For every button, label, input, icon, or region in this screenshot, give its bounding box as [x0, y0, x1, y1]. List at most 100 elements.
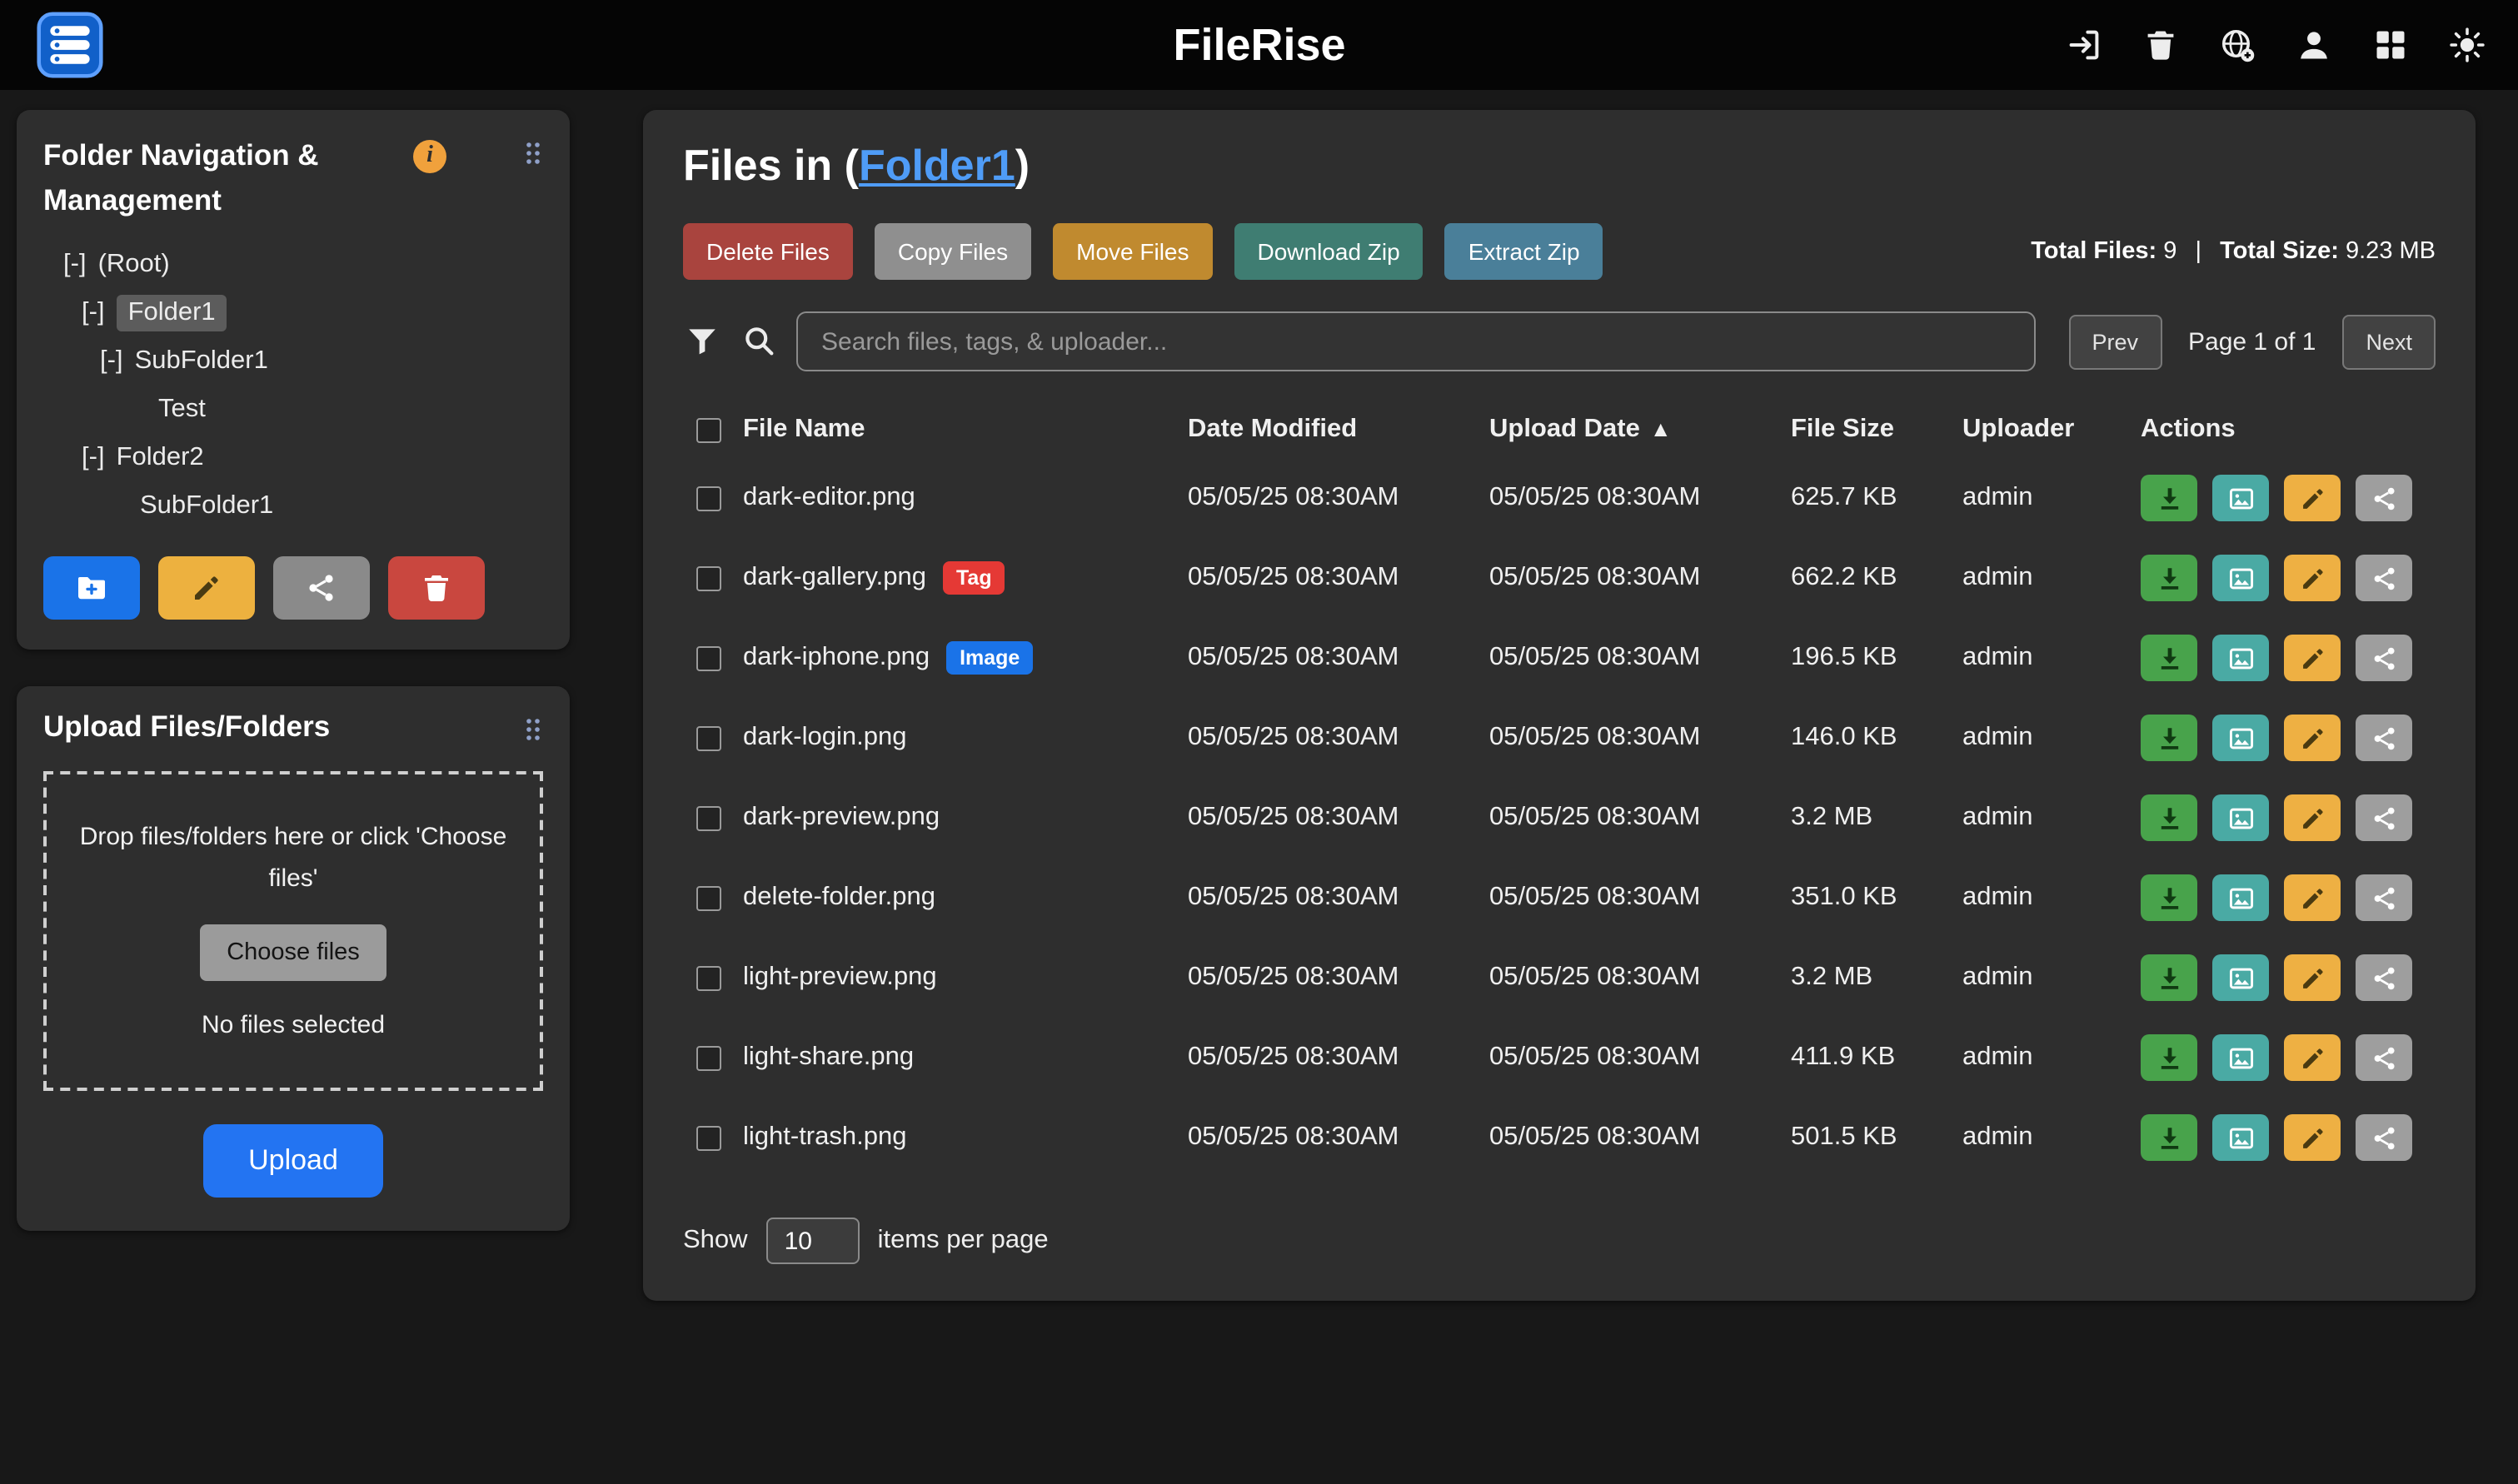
download-button[interactable]	[2141, 794, 2197, 841]
row-checkbox[interactable]	[696, 645, 721, 670]
copy-files-button[interactable]: Copy Files	[875, 223, 1031, 280]
share-button[interactable]	[2356, 635, 2412, 681]
folder-tree-item[interactable]: [-] Folder1	[43, 289, 543, 337]
preview-button[interactable]	[2212, 1034, 2269, 1081]
share-button[interactable]	[2356, 475, 2412, 521]
rename-button[interactable]	[2284, 1114, 2341, 1161]
download-button[interactable]	[2141, 954, 2197, 1001]
rename-button[interactable]	[2284, 715, 2341, 761]
upload-dropzone[interactable]: Drop files/folders here or click 'Choose…	[43, 772, 543, 1091]
download-button[interactable]	[2141, 715, 2197, 761]
search-input[interactable]	[796, 311, 2035, 371]
file-name[interactable]: light-preview.png	[743, 963, 937, 993]
preview-button[interactable]	[2212, 475, 2269, 521]
tree-label[interactable]: SubFolder1	[135, 346, 268, 376]
download-button[interactable]	[2141, 1034, 2197, 1081]
current-folder-link[interactable]: Folder1	[859, 140, 1015, 190]
prev-page-button[interactable]: Prev	[2068, 314, 2161, 369]
row-checkbox[interactable]	[696, 965, 721, 990]
share-folder-button[interactable]	[273, 557, 370, 620]
row-checkbox[interactable]	[696, 1045, 721, 1070]
preview-button[interactable]	[2212, 874, 2269, 921]
share-button[interactable]	[2356, 1114, 2412, 1161]
rename-button[interactable]	[2284, 794, 2341, 841]
preview-button[interactable]	[2212, 635, 2269, 681]
preview-button[interactable]	[2212, 954, 2269, 1001]
drag-handle-icon[interactable]	[523, 717, 543, 744]
file-name[interactable]: light-trash.png	[743, 1123, 906, 1153]
tree-toggle[interactable]: [-]	[63, 250, 87, 280]
app-logo-button[interactable]	[37, 12, 103, 78]
drag-handle-icon[interactable]	[523, 140, 543, 167]
globe-button[interactable]	[2219, 27, 2256, 63]
select-all-checkbox[interactable]	[696, 417, 721, 442]
user-menu-button[interactable]	[2296, 27, 2332, 63]
rename-button[interactable]	[2284, 635, 2341, 681]
header-file-name[interactable]: File Name	[743, 415, 1188, 445]
download-button[interactable]	[2141, 1114, 2197, 1161]
extract-zip-button[interactable]: Extract Zip	[1445, 223, 1603, 280]
delete-files-button[interactable]: Delete Files	[683, 223, 853, 280]
theme-toggle-button[interactable]	[2449, 27, 2486, 63]
row-checkbox[interactable]	[696, 1125, 721, 1150]
download-button[interactable]	[2141, 635, 2197, 681]
header-date-modified[interactable]: Date Modified	[1188, 415, 1489, 445]
share-button[interactable]	[2356, 874, 2412, 921]
file-name[interactable]: dark-preview.png	[743, 803, 940, 833]
rename-folder-button[interactable]	[158, 557, 255, 620]
download-zip-button[interactable]: Download Zip	[1234, 223, 1424, 280]
share-button[interactable]	[2356, 954, 2412, 1001]
rename-button[interactable]	[2284, 874, 2341, 921]
rename-button[interactable]	[2284, 1034, 2341, 1081]
download-button[interactable]	[2141, 475, 2197, 521]
search-button[interactable]	[740, 323, 776, 360]
row-checkbox[interactable]	[696, 565, 721, 590]
file-name[interactable]: dark-editor.png	[743, 483, 915, 513]
grid-view-button[interactable]	[2372, 27, 2409, 63]
file-name[interactable]: light-share.png	[743, 1043, 914, 1073]
folder-tree-item[interactable]: [-] Folder2	[43, 434, 543, 482]
folder-tree-item[interactable]: [-] (Root)	[43, 241, 543, 289]
row-checkbox[interactable]	[696, 885, 721, 910]
share-button[interactable]	[2356, 715, 2412, 761]
row-checkbox[interactable]	[696, 725, 721, 750]
download-button[interactable]	[2141, 874, 2197, 921]
upload-button[interactable]: Upload	[203, 1123, 383, 1197]
preview-button[interactable]	[2212, 1114, 2269, 1161]
filter-button[interactable]	[683, 323, 720, 360]
preview-button[interactable]	[2212, 555, 2269, 601]
tree-label[interactable]: SubFolder1	[140, 491, 273, 521]
preview-button[interactable]	[2212, 715, 2269, 761]
file-name[interactable]: dark-gallery.png	[743, 563, 926, 593]
items-per-page-input[interactable]	[766, 1218, 860, 1264]
rename-button[interactable]	[2284, 555, 2341, 601]
download-button[interactable]	[2141, 555, 2197, 601]
file-name[interactable]: delete-folder.png	[743, 883, 935, 913]
rename-button[interactable]	[2284, 954, 2341, 1001]
tree-toggle[interactable]: [-]	[82, 443, 105, 473]
tree-label[interactable]: Folder1	[117, 295, 227, 331]
logout-button[interactable]	[2066, 27, 2102, 63]
delete-folder-button[interactable]	[388, 557, 485, 620]
header-file-size[interactable]: File Size	[1791, 415, 1962, 445]
tree-toggle[interactable]: [-]	[100, 346, 123, 376]
header-upload-date[interactable]: Upload Date▲	[1489, 415, 1791, 445]
next-page-button[interactable]: Next	[2342, 314, 2436, 369]
move-files-button[interactable]: Move Files	[1053, 223, 1212, 280]
rename-button[interactable]	[2284, 475, 2341, 521]
row-checkbox[interactable]	[696, 805, 721, 830]
create-folder-button[interactable]	[43, 557, 140, 620]
header-uploader[interactable]: Uploader	[1962, 415, 2141, 445]
tree-label[interactable]: Folder2	[117, 443, 204, 473]
file-name[interactable]: dark-iphone.png	[743, 643, 930, 673]
trash-button[interactable]	[2142, 27, 2179, 63]
share-button[interactable]	[2356, 1034, 2412, 1081]
folder-tree-item[interactable]: SubFolder1	[43, 482, 543, 530]
share-button[interactable]	[2356, 555, 2412, 601]
info-icon[interactable]: i	[413, 140, 446, 173]
file-name[interactable]: dark-login.png	[743, 723, 906, 753]
tree-label[interactable]: Test	[158, 395, 206, 425]
tree-toggle[interactable]: [-]	[82, 298, 105, 328]
share-button[interactable]	[2356, 794, 2412, 841]
row-checkbox[interactable]	[696, 486, 721, 510]
